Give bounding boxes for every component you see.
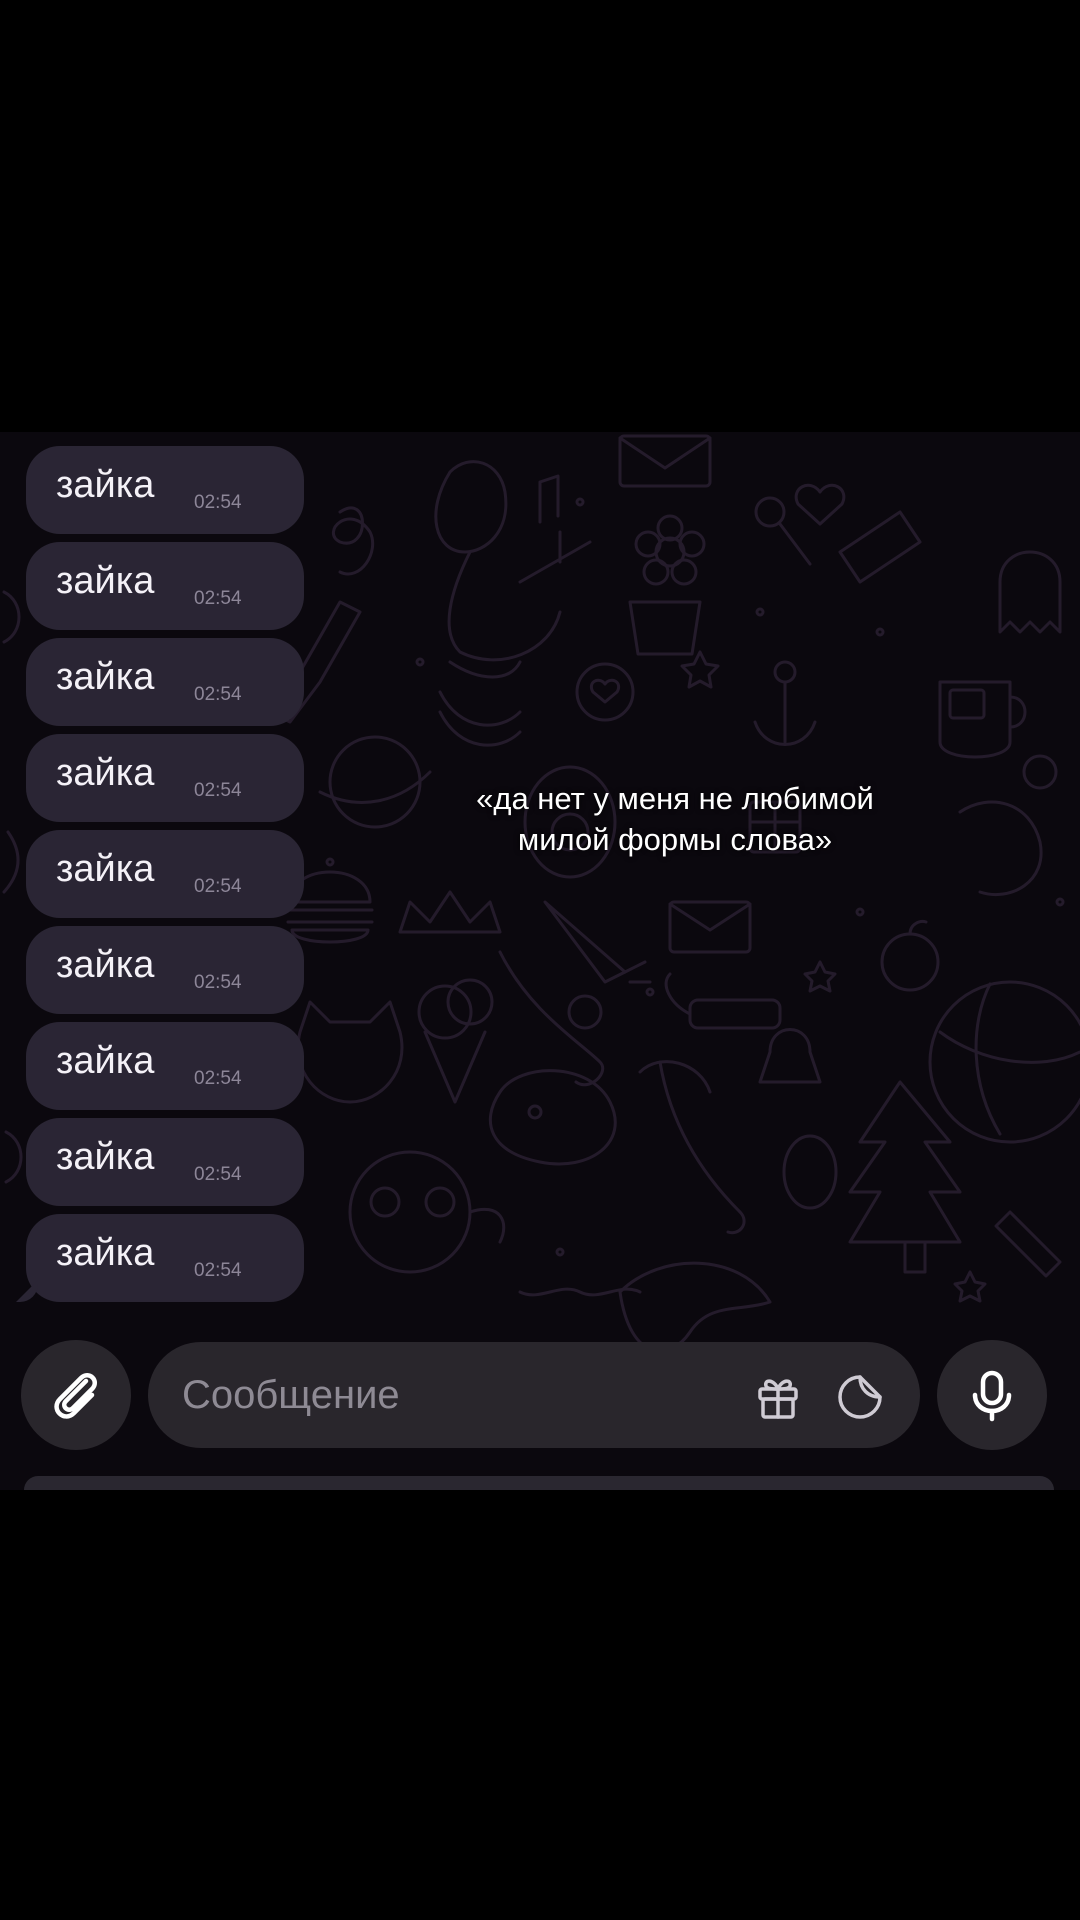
message-text: зайка	[56, 1232, 155, 1274]
sticker-icon[interactable]	[834, 1371, 886, 1423]
attach-button[interactable]	[21, 1340, 131, 1450]
microphone-icon	[972, 1370, 1012, 1422]
message-text: зайка	[56, 560, 155, 602]
message-time: 02:54	[194, 1164, 242, 1185]
gift-icon[interactable]	[752, 1371, 804, 1423]
message-input[interactable]	[180, 1366, 664, 1424]
message-bubble[interactable]: зайка 02:54	[26, 830, 304, 918]
message-text: зайка	[56, 848, 155, 890]
message-time: 02:54	[194, 684, 242, 705]
message-text: зайка	[56, 1136, 155, 1178]
message-bubble[interactable]: зайка 02:54	[26, 1118, 304, 1206]
message-time: 02:54	[194, 588, 242, 609]
voice-message-button[interactable]	[937, 1340, 1047, 1450]
caption-line-1: «да нет у меня не любимой	[476, 781, 874, 816]
message-bubble[interactable]: зайка 02:54	[26, 446, 304, 534]
message-text: зайка	[56, 944, 155, 986]
message-bubble[interactable]: зайка 02:54	[26, 926, 304, 1014]
message-text: зайка	[56, 1040, 155, 1082]
message-time: 02:54	[194, 972, 242, 993]
caption-line-2: милой формы слова»	[517, 822, 833, 857]
message-time: 02:54	[194, 1260, 242, 1281]
message-text: зайка	[56, 464, 155, 506]
message-text: зайка	[56, 752, 155, 794]
overlay-caption: «да нет у меня не любимой милой формы сл…	[400, 778, 950, 860]
composer-bar	[0, 1332, 1080, 1458]
bottom-panel-edge	[24, 1476, 1054, 1490]
message-time: 02:54	[194, 876, 242, 897]
message-time: 02:54	[194, 780, 242, 801]
message-bubble[interactable]: зайка 02:54	[26, 542, 304, 630]
message-time: 02:54	[194, 1068, 242, 1089]
message-bubble[interactable]: зайка 02:54	[26, 1214, 304, 1302]
message-bubble[interactable]: зайка 02:54	[26, 1022, 304, 1110]
paperclip-icon	[54, 1373, 97, 1419]
message-field[interactable]	[148, 1342, 920, 1448]
message-text: зайка	[56, 656, 155, 698]
message-bubble[interactable]: зайка 02:54	[26, 638, 304, 726]
message-bubble[interactable]: зайка 02:54	[26, 734, 304, 822]
message-time: 02:54	[194, 492, 242, 513]
